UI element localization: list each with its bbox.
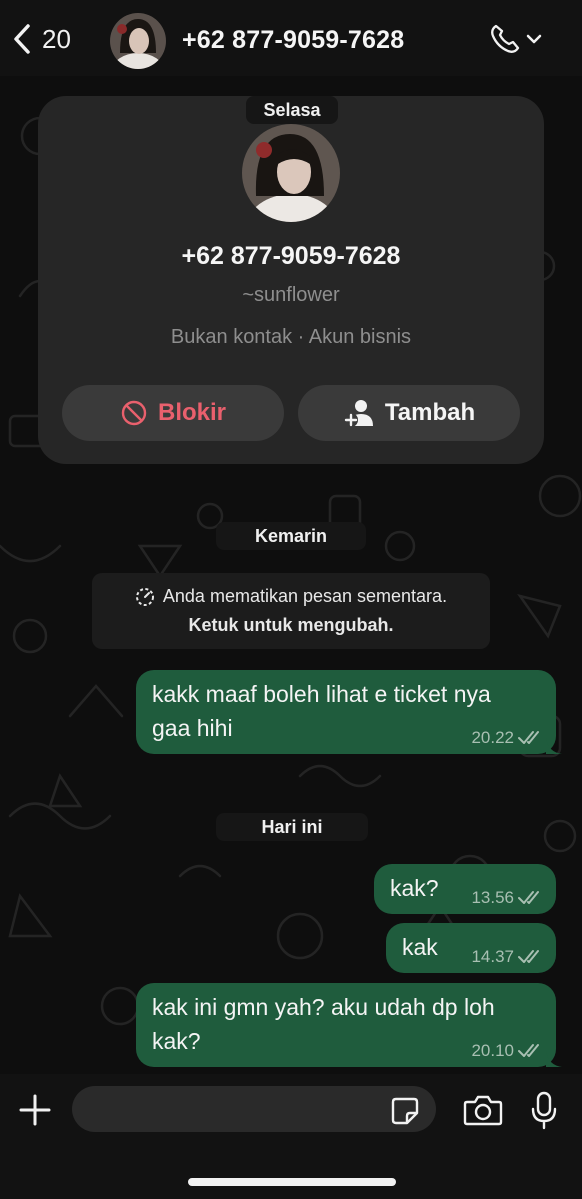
date-separator-today: Hari ini xyxy=(216,813,368,841)
mic-icon xyxy=(531,1091,557,1130)
notice-action: Ketuk untuk mengubah. xyxy=(188,615,394,635)
disappearing-messages-notice[interactable]: Anda mematikan pesan sementara. Ketuk un… xyxy=(92,573,490,649)
chat-header: 20 +62 877-9059-7628 xyxy=(0,0,582,76)
message-bubble[interactable]: kak 14.37 xyxy=(386,923,556,973)
block-button[interactable]: Blokir xyxy=(62,385,284,441)
back-chevron-icon xyxy=(14,24,30,54)
composer-bar xyxy=(0,1074,582,1199)
block-icon xyxy=(121,400,147,426)
voice-message-button[interactable] xyxy=(530,1091,558,1136)
contact-avatar[interactable] xyxy=(110,13,166,69)
home-indicator xyxy=(188,1178,396,1186)
contact-pushname: ~sunflower xyxy=(242,284,340,306)
sticker-icon xyxy=(391,1097,419,1125)
camera-button[interactable] xyxy=(463,1094,503,1131)
call-button[interactable] xyxy=(488,22,542,56)
chevron-down-icon xyxy=(526,34,542,44)
message-time: 14.37 xyxy=(471,947,514,966)
attach-button[interactable] xyxy=(18,1093,52,1132)
sticker-button[interactable] xyxy=(390,1096,420,1131)
message-bubble[interactable]: kak ini gmn yah? aku udah dp loh kak? 20… xyxy=(136,983,562,1067)
notice-text: Anda mematikan pesan sementara. xyxy=(162,586,448,606)
message-bubble[interactable]: kak? 13.56 xyxy=(374,864,556,914)
message-time: 13.56 xyxy=(471,888,514,907)
message-bubble[interactable]: kakk maaf boleh lihat e ticket nya gaa h… xyxy=(136,670,562,754)
bubble-tail xyxy=(546,1051,562,1067)
message-text: kakk maaf boleh lihat e ticket nya xyxy=(152,681,491,707)
add-contact-icon xyxy=(343,400,373,427)
add-contact-label: Tambah xyxy=(384,399,476,426)
double-check-icon xyxy=(518,950,539,963)
avatar-image xyxy=(242,124,340,222)
plus-icon xyxy=(19,1094,51,1126)
contact-number: +62 877-9059-7628 xyxy=(181,242,401,270)
message-time: 20.22 xyxy=(471,728,514,747)
block-label: Blokir xyxy=(157,399,226,426)
date-separator-yesterday: Kemarin xyxy=(216,522,366,550)
unread-count: 20 xyxy=(42,23,71,54)
double-check-icon xyxy=(518,891,539,904)
phone-icon xyxy=(491,24,520,53)
back-button[interactable]: 20 xyxy=(10,22,71,56)
bubble-tail xyxy=(546,738,562,754)
contact-photo[interactable] xyxy=(242,124,340,222)
avatar-image xyxy=(110,13,166,69)
header-title[interactable]: +62 877-9059-7628 xyxy=(182,26,404,55)
timer-icon xyxy=(135,587,154,606)
double-check-icon xyxy=(518,1044,539,1057)
message-text: kak ini gmn yah? aku udah dp loh xyxy=(152,994,495,1020)
contact-meta: Bukan kontak · Akun bisnis xyxy=(170,326,412,348)
message-time: 20.10 xyxy=(471,1041,514,1060)
double-check-icon xyxy=(518,731,539,744)
date-separator-tuesday: Selasa xyxy=(246,96,338,124)
add-contact-button[interactable]: Tambah xyxy=(298,385,520,441)
contact-info-card: +62 877-9059-7628 ~sunflower Bukan konta… xyxy=(38,96,544,464)
message-input[interactable] xyxy=(72,1086,436,1132)
camera-icon xyxy=(463,1095,503,1126)
